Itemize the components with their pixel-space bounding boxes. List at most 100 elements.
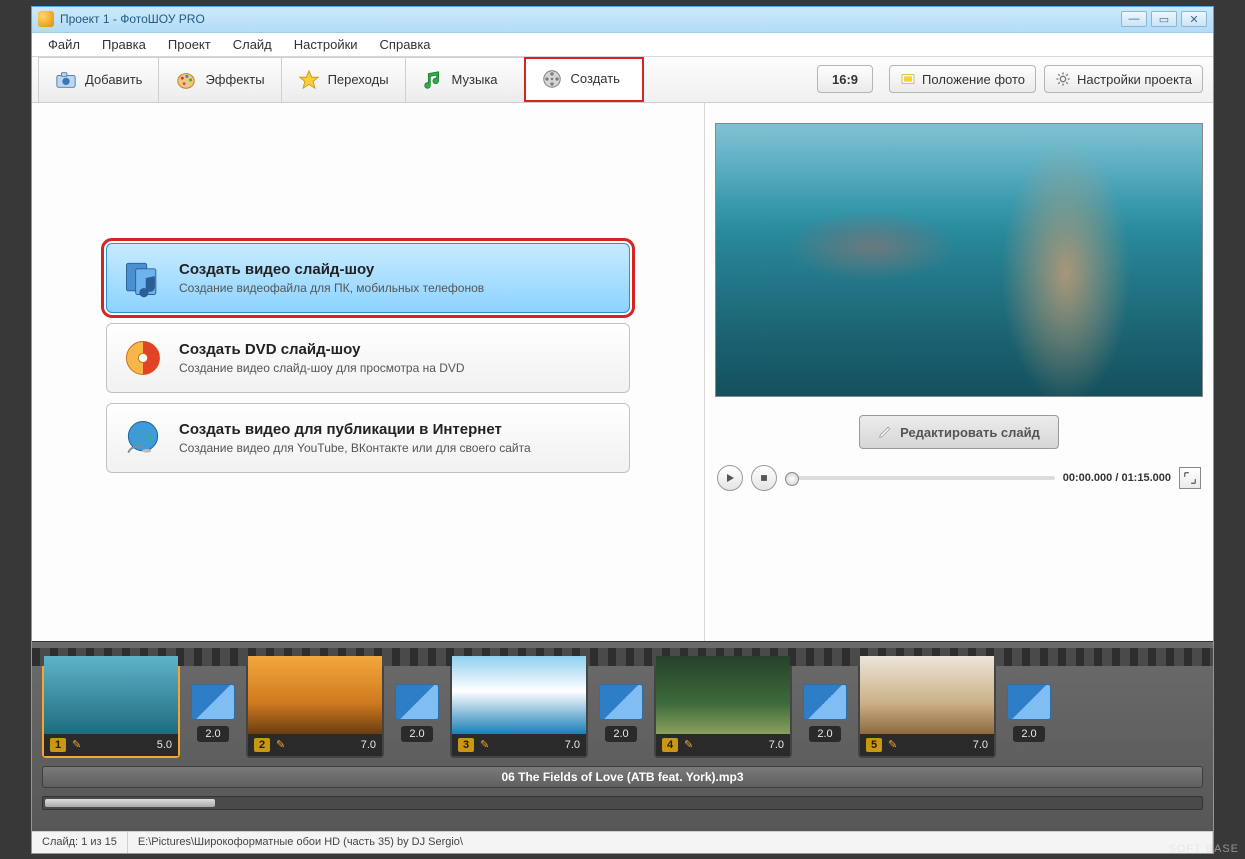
- tab-effects[interactable]: Эффекты: [158, 57, 281, 102]
- menu-help[interactable]: Справка: [370, 34, 441, 55]
- pencil-icon: ✎: [480, 738, 489, 751]
- window-controls: — ▭ ✕: [1121, 11, 1207, 27]
- titlebar: Проект 1 - ФотоШОУ PRO — ▭ ✕: [32, 7, 1213, 33]
- seek-slider[interactable]: [785, 476, 1055, 480]
- transition-icon: [1007, 684, 1051, 720]
- slide-duration: 7.0: [973, 739, 988, 751]
- status-bar: Слайд: 1 из 15 E:\Pictures\Широкоформатн…: [32, 831, 1213, 853]
- tab-label: Добавить: [85, 72, 142, 87]
- pencil-icon: ✎: [72, 738, 81, 751]
- edit-slide-button[interactable]: Редактировать слайд: [859, 415, 1059, 449]
- app-window: Проект 1 - ФотоШОУ PRO — ▭ ✕ Файл Правка…: [31, 6, 1214, 854]
- timeline-slide-5[interactable]: 5✎7.0: [858, 654, 996, 758]
- slide-thumb: [860, 656, 994, 734]
- transition-duration: 2.0: [809, 726, 840, 742]
- status-path: E:\Pictures\Широкоформатные обои HD (час…: [128, 832, 1213, 853]
- pencil-icon: ✎: [888, 738, 897, 751]
- create-internet-option[interactable]: Создать видео для публикации в Интернет …: [106, 403, 630, 473]
- aspect-label: 16:9: [832, 72, 858, 87]
- camera-icon: [55, 69, 77, 91]
- time-display: 00:00.000 / 01:15.000: [1063, 472, 1171, 484]
- photo-position-button[interactable]: Положение фото: [889, 65, 1036, 93]
- option-title: Создать видео слайд-шоу: [179, 261, 615, 278]
- aspect-button[interactable]: 16:9: [817, 65, 873, 93]
- content-area: Создать видео слайд-шоу Создание видеофа…: [32, 103, 1213, 641]
- globe-icon: [121, 416, 165, 460]
- option-desc: Создание видео для YouTube, ВКонтакте ил…: [179, 441, 615, 455]
- tab-label: Музыка: [452, 72, 498, 87]
- slide-number: 4: [662, 738, 678, 752]
- dvd-icon: [121, 336, 165, 380]
- slide-thumb: [44, 656, 178, 734]
- transition-duration: 2.0: [605, 726, 636, 742]
- transition-4[interactable]: 2.0: [800, 684, 850, 742]
- transition-icon: [803, 684, 847, 720]
- slide-duration: 7.0: [769, 739, 784, 751]
- timeline: 1 ✎ 5.0 2.0 2 ✎ 7.0 2.0 3 ✎ 7.0 2.0 4 ✎ 7.0 2.0: [32, 641, 1213, 831]
- edit-slide-label: Редактировать слайд: [900, 425, 1040, 440]
- slide-thumb: [248, 656, 382, 734]
- audio-track[interactable]: 06 The Fields of Love (ATB feat. York).m…: [42, 766, 1203, 788]
- slide-number: 1: [50, 738, 66, 752]
- transition-icon: [599, 684, 643, 720]
- transition-icon: [395, 684, 439, 720]
- project-settings-label: Настройки проекта: [1077, 72, 1192, 87]
- star-icon: [298, 69, 320, 91]
- filmstrip-decoration: [32, 648, 1213, 666]
- timeline-thumbs[interactable]: 1 ✎ 5.0 2.0 2 ✎ 7.0 2.0 3 ✎ 7.0 2.0 4 ✎ 7.0 2.0: [42, 654, 1203, 758]
- timeline-slide-3[interactable]: 3✎7.0: [450, 654, 588, 758]
- slide-number: 2: [254, 738, 270, 752]
- slide-duration: 5.0: [157, 739, 172, 751]
- create-dvd-option[interactable]: Создать DVD слайд-шоу Создание видео сла…: [106, 323, 630, 393]
- tab-label: Создать: [571, 71, 620, 86]
- minimize-button[interactable]: —: [1121, 11, 1147, 27]
- maximize-button[interactable]: ▭: [1151, 11, 1177, 27]
- tab-music[interactable]: Музыка: [405, 57, 525, 102]
- transition-duration: 2.0: [197, 726, 228, 742]
- play-button[interactable]: [717, 465, 743, 491]
- tab-label: Эффекты: [205, 72, 264, 87]
- close-button[interactable]: ✕: [1181, 11, 1207, 27]
- pencil-icon: ✎: [276, 738, 285, 751]
- menu-file[interactable]: Файл: [38, 34, 90, 55]
- menu-edit[interactable]: Правка: [92, 34, 156, 55]
- option-desc: Создание видео слайд-шоу для просмотра н…: [179, 361, 615, 375]
- menu-slide[interactable]: Слайд: [223, 34, 282, 55]
- timeline-slide-2[interactable]: 2✎7.0: [246, 654, 384, 758]
- ribbon-right: 16:9 Положение фото Настройки проекта: [817, 57, 1213, 102]
- timeline-slide-4[interactable]: 4 ✎ 7.0: [654, 654, 792, 758]
- menu-settings[interactable]: Настройки: [284, 34, 368, 55]
- timeline-scrollbar[interactable]: [42, 796, 1203, 810]
- video-film-icon: [121, 256, 165, 300]
- slide-thumb: [656, 656, 790, 734]
- menu-bar: Файл Правка Проект Слайд Настройки Справ…: [32, 33, 1213, 57]
- transition-duration: 2.0: [1013, 726, 1044, 742]
- gear-icon: [1055, 71, 1071, 87]
- player-controls: 00:00.000 / 01:15.000: [715, 461, 1203, 493]
- create-video-option[interactable]: Создать видео слайд-шоу Создание видеофа…: [106, 243, 630, 313]
- music-icon: [422, 69, 444, 91]
- create-panel: Создать видео слайд-шоу Создание видеофа…: [32, 103, 705, 641]
- preview-image[interactable]: [715, 123, 1203, 398]
- photo-position-label: Положение фото: [922, 72, 1025, 87]
- slide-thumb: [452, 656, 586, 734]
- status-slide-count: Слайд: 1 из 15: [32, 832, 128, 853]
- transition-3[interactable]: 2.0: [596, 684, 646, 742]
- tab-create[interactable]: Создать: [524, 57, 644, 102]
- timeline-slide-1[interactable]: 1 ✎ 5.0: [42, 654, 180, 758]
- menu-project[interactable]: Проект: [158, 34, 221, 55]
- fullscreen-button[interactable]: [1179, 467, 1201, 489]
- tab-transitions[interactable]: Переходы: [281, 57, 406, 102]
- transition-2[interactable]: 2.0: [392, 684, 442, 742]
- option-desc: Создание видеофайла для ПК, мобильных те…: [179, 281, 615, 295]
- project-settings-button[interactable]: Настройки проекта: [1044, 65, 1203, 93]
- preview-panel: Редактировать слайд 00:00.000 / 01:15.00…: [705, 103, 1213, 641]
- transition-1[interactable]: 2.0: [188, 684, 238, 742]
- pencil-icon: ✎: [684, 738, 693, 751]
- audio-filename: 06 The Fields of Love (ATB feat. York).m…: [501, 770, 743, 784]
- slide-number: 3: [458, 738, 474, 752]
- stop-button[interactable]: [751, 465, 777, 491]
- option-title: Создать видео для публикации в Интернет: [179, 421, 615, 438]
- transition-5[interactable]: 2.0: [1004, 684, 1054, 742]
- tab-add[interactable]: Добавить: [38, 57, 159, 102]
